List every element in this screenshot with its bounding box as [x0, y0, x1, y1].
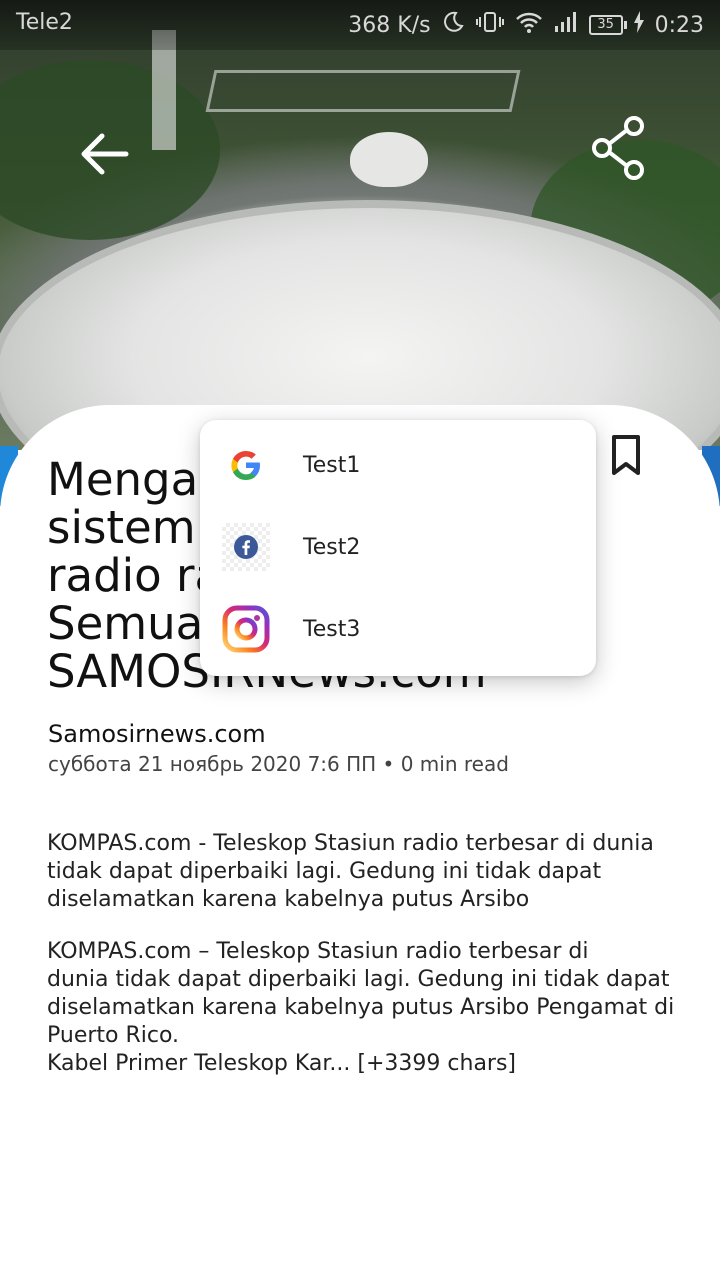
back-button[interactable] — [74, 126, 134, 186]
bookmark-button[interactable] — [606, 434, 646, 476]
article-summary: KOMPAS.com - Teleskop Stasiun radio terb… — [47, 831, 654, 912]
clock-time: 0:23 — [654, 12, 704, 38]
menu-item-label: Test2 — [303, 534, 361, 560]
bookmark-icon — [606, 435, 646, 480]
menu-item-test2[interactable]: Test2 — [200, 506, 596, 588]
share-icon — [590, 116, 650, 184]
menu-item-test3[interactable]: Test3 — [200, 588, 596, 670]
status-bar: Tele2 368 K/s 35 0:23 — [0, 0, 720, 50]
share-button[interactable] — [590, 116, 650, 180]
popup-menu: Test1 Test2 Test3 — [200, 420, 596, 676]
menu-item-test1[interactable]: Test1 — [200, 424, 596, 506]
vibrate-icon — [475, 10, 505, 40]
instagram-icon — [222, 605, 270, 653]
battery-icon: 35 — [588, 15, 627, 35]
arrow-left-icon — [78, 130, 130, 182]
article-source[interactable]: Samosirnews.com — [48, 720, 266, 748]
menu-item-label: Test1 — [303, 452, 361, 478]
hero-image — [0, 0, 720, 450]
moon-icon — [441, 10, 465, 40]
wifi-icon — [515, 10, 543, 40]
article-meta: суббота 21 ноябрь 2020 7:6 ПП • 0 min re… — [48, 752, 509, 776]
carrier-name: Tele2 — [16, 10, 73, 35]
signal-icon — [553, 10, 579, 40]
facebook-icon — [222, 523, 270, 571]
google-icon — [222, 441, 270, 489]
menu-item-label: Test3 — [303, 616, 361, 642]
charging-icon — [633, 11, 645, 39]
article-body: KOMPAS.com – Teleskop Stasiun radio terb… — [47, 939, 675, 1076]
network-speed: 368 K/s — [348, 12, 431, 38]
